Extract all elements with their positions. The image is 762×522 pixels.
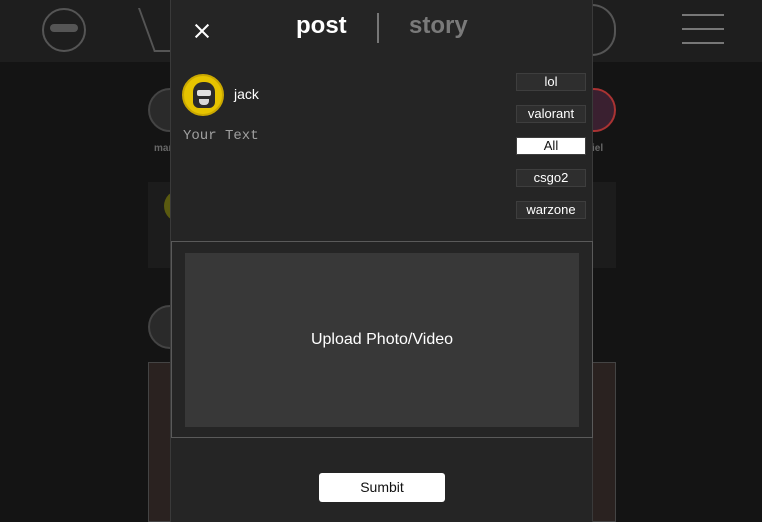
story-name: iel — [592, 143, 604, 154]
username: jack — [234, 86, 259, 102]
tab-post[interactable]: post — [296, 12, 347, 40]
avatar — [182, 74, 224, 116]
close-icon[interactable] — [191, 20, 213, 42]
skull-icon — [193, 82, 215, 108]
create-post-modal: post story jack lol valorant All csgo2 w… — [170, 0, 593, 522]
category-button-all[interactable]: All — [516, 137, 586, 155]
category-button-valorant[interactable]: valorant — [516, 105, 586, 123]
tab-divider — [377, 13, 379, 43]
ninja-logo-icon[interactable] — [42, 8, 86, 52]
upload-media-button[interactable]: Upload Photo/Video — [185, 253, 579, 427]
category-button-lol[interactable]: lol — [516, 73, 586, 91]
hamburger-menu-icon[interactable] — [682, 14, 724, 46]
category-button-csgo2[interactable]: csgo2 — [516, 169, 586, 187]
upload-label: Upload Photo/Video — [310, 331, 454, 348]
tab-story[interactable]: story — [409, 12, 468, 40]
upload-frame: Upload Photo/Video — [171, 241, 593, 438]
category-button-warzone[interactable]: warzone — [516, 201, 586, 219]
submit-button[interactable]: Sumbit — [319, 473, 445, 502]
post-text-input[interactable] — [183, 128, 503, 218]
